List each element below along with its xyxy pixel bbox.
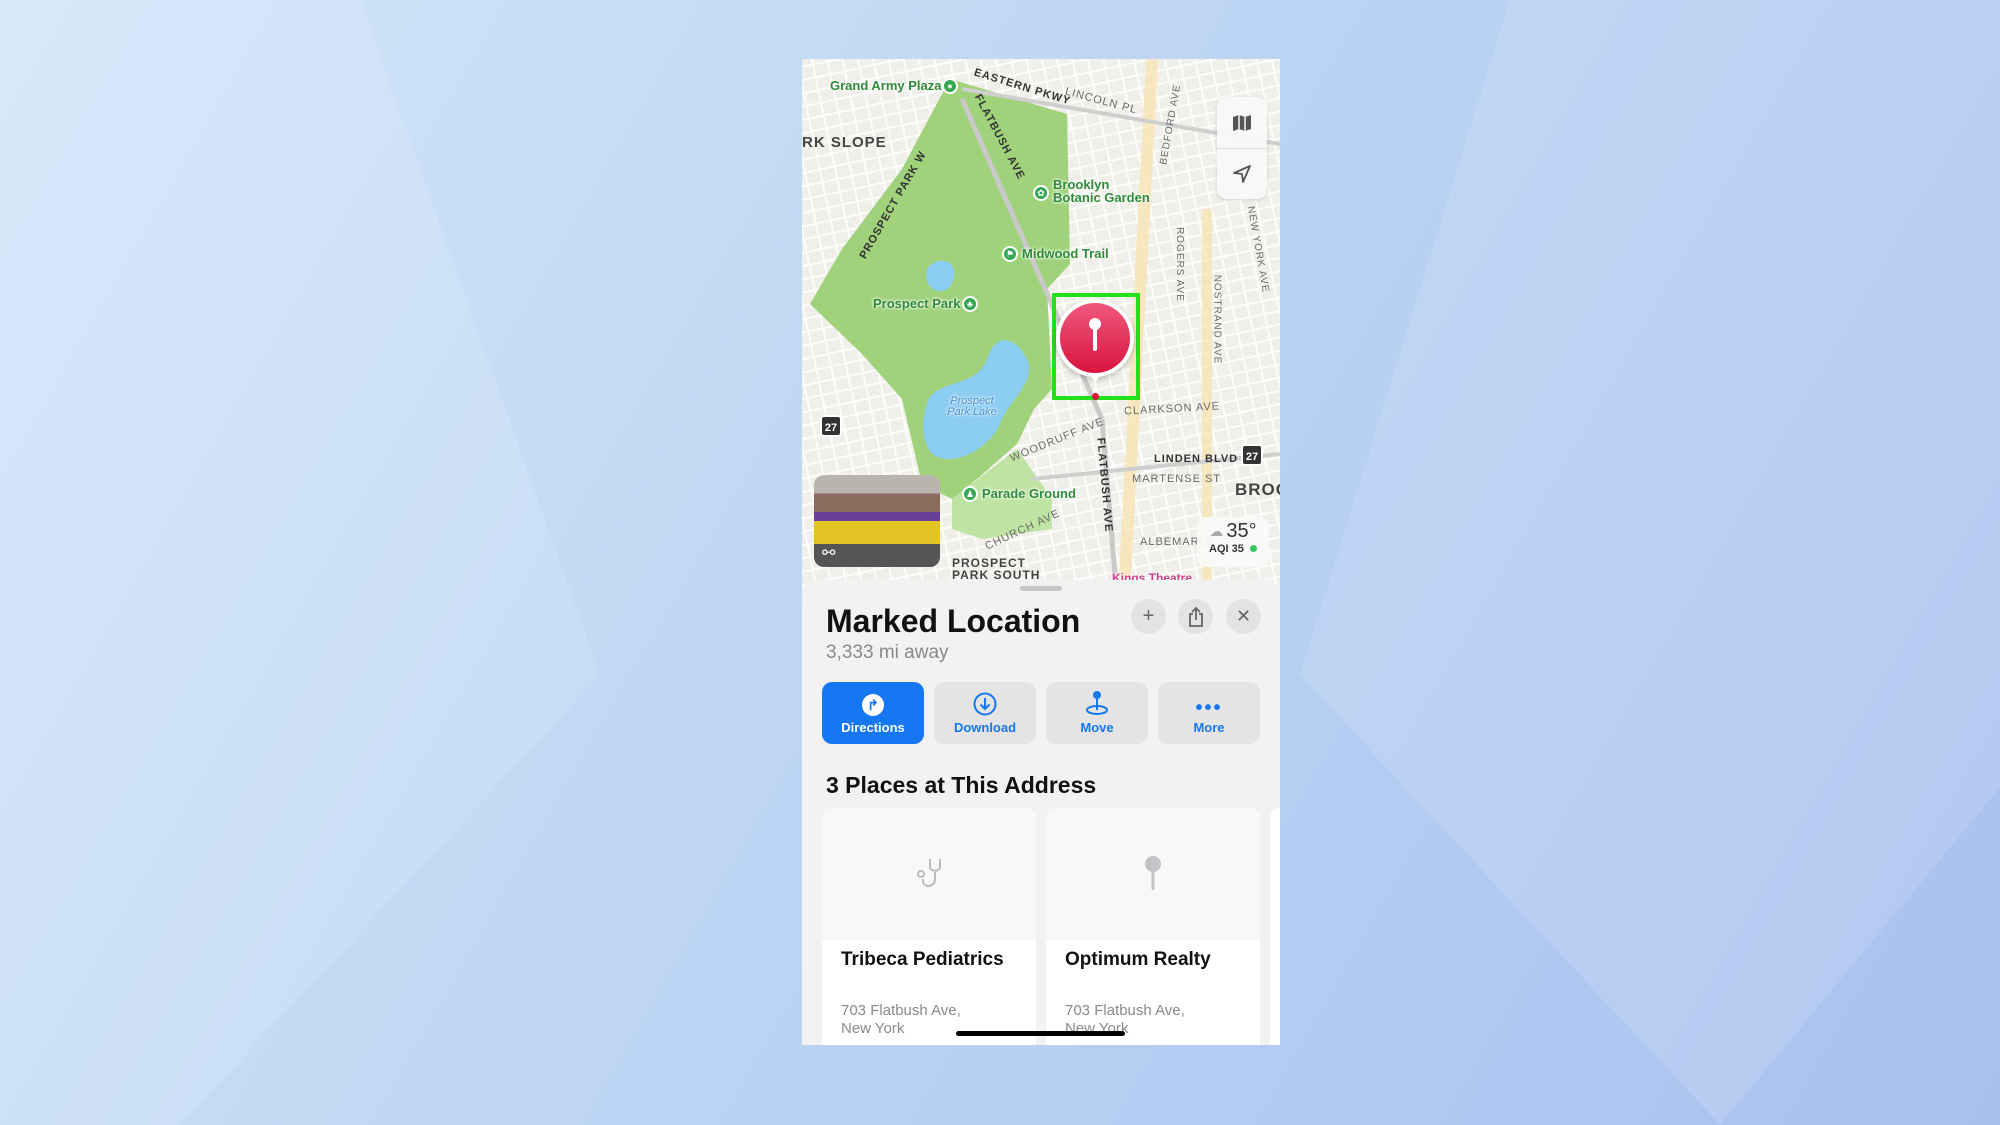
action-label: Download <box>953 720 1017 735</box>
home-indicator[interactable] <box>956 1031 1125 1036</box>
directions-icon: ↱ <box>862 694 884 716</box>
places-heading: 3 Places at This Address <box>826 772 1097 798</box>
tree-icon[interactable]: ♣ <box>962 296 978 312</box>
address-line: 703 Flatbush Ave, <box>841 1002 961 1019</box>
move-pin-icon <box>1086 691 1108 715</box>
map-view[interactable]: RK SLOPE EASTERN PKWY LINCOLN PL FLATBUS… <box>802 59 1280 599</box>
stethoscope-icon <box>917 859 941 887</box>
lake-label: Prospect Park Lake <box>947 395 997 418</box>
background-shape <box>1300 0 2000 1125</box>
map-controls <box>1217 97 1267 199</box>
download-icon <box>973 692 997 716</box>
add-button[interactable]: + <box>1131 599 1166 634</box>
poi-label-line: Botanic Garden <box>1053 190 1150 205</box>
location-arrow-icon <box>1233 165 1251 183</box>
poi-label[interactable]: Midwood Trail <box>1022 246 1109 261</box>
aqi-indicator <box>1249 545 1257 552</box>
poi-label[interactable]: Prospect Park <box>873 296 960 311</box>
action-label: More <box>1193 720 1225 735</box>
poi-label[interactable]: Parade Ground <box>982 486 1076 501</box>
place-card[interactable]: Tribeca Pediatrics 703 Flatbush Ave, New … <box>822 808 1036 1045</box>
cloud-moon-icon: ☁ <box>1209 523 1224 539</box>
garden-icon[interactable]: ✿ <box>1033 185 1049 201</box>
map-label: BROO <box>1235 480 1280 499</box>
place-sheet: Marked Location 3,333 mi away + ✕ ↱ Dire… <box>802 580 1280 1045</box>
map-icon <box>1233 114 1251 131</box>
map-mode-button[interactable] <box>1217 97 1267 148</box>
map-label: NOSTRAND AVE <box>1211 274 1223 365</box>
map-label: ROGERS AVE <box>1173 227 1185 302</box>
move-button[interactable]: Move <box>1046 682 1148 744</box>
background-shape <box>0 0 600 1125</box>
sheet-grabber[interactable] <box>1020 586 1062 591</box>
place-address: 703 Flatbush Ave, New York <box>841 1002 961 1038</box>
plaza-icon[interactable]: ● <box>942 78 958 94</box>
current-location-button[interactable] <box>1217 148 1267 199</box>
directions-button[interactable]: ↱ Directions <box>822 682 924 744</box>
phone-screen: RK SLOPE EASTERN PKWY LINCOLN PL FLATBUS… <box>802 59 1280 1045</box>
trail-icon[interactable]: ⚑ <box>1002 246 1018 262</box>
download-button[interactable]: Download <box>934 682 1036 744</box>
address-line: 703 Flatbush Ave, <box>1065 1002 1185 1019</box>
close-button[interactable]: ✕ <box>1226 599 1261 634</box>
map-label: PROSPECT PARK SOUTH <box>952 557 1040 581</box>
place-name: Tribeca Pediatrics <box>841 949 1004 970</box>
more-button[interactable]: ••• More <box>1158 682 1260 744</box>
marked-location-pin[interactable] <box>1056 299 1134 383</box>
map-label: LINDEN BLVD <box>1154 453 1239 465</box>
address-line: New York <box>841 1020 905 1037</box>
place-card[interactable]: Optimum Realty 703 Flatbush Ave, New York <box>1046 808 1260 1045</box>
action-label: Move <box>1080 720 1114 735</box>
look-around-thumbnail[interactable]: ⚯ <box>814 475 940 567</box>
close-icon: ✕ <box>1235 606 1252 626</box>
distance-text: 3,333 mi away <box>826 642 949 663</box>
poi-label[interactable]: Brooklyn Botanic Garden <box>1053 178 1150 204</box>
plus-icon: + <box>1142 605 1155 627</box>
map-label: RK SLOPE <box>802 134 887 151</box>
map-label: MARTENSE ST <box>1132 473 1222 485</box>
weather-widget: ☁ 35° AQI 35 <box>1197 517 1269 567</box>
pin-icon <box>1145 856 1161 890</box>
poi-label[interactable]: Grand Army Plaza <box>830 78 942 93</box>
share-icon <box>1188 606 1203 627</box>
place-title: Marked Location <box>826 603 1081 639</box>
ellipsis-icon: ••• <box>1195 697 1223 719</box>
binoculars-icon: ⚯ <box>822 545 836 562</box>
action-label: Directions <box>841 720 905 735</box>
route-shield: 27 <box>820 415 842 437</box>
location-dot <box>1092 393 1099 400</box>
place-name: Optimum Realty <box>1065 949 1211 970</box>
route-shield: 27 <box>1241 444 1263 466</box>
aqi-value: AQI 35 <box>1209 543 1244 555</box>
temperature: 35° <box>1226 520 1257 542</box>
pin-icon <box>1060 303 1130 373</box>
place-card-partial[interactable] <box>1270 808 1280 1045</box>
running-icon[interactable]: ♟ <box>962 486 978 502</box>
share-button[interactable] <box>1178 599 1213 634</box>
